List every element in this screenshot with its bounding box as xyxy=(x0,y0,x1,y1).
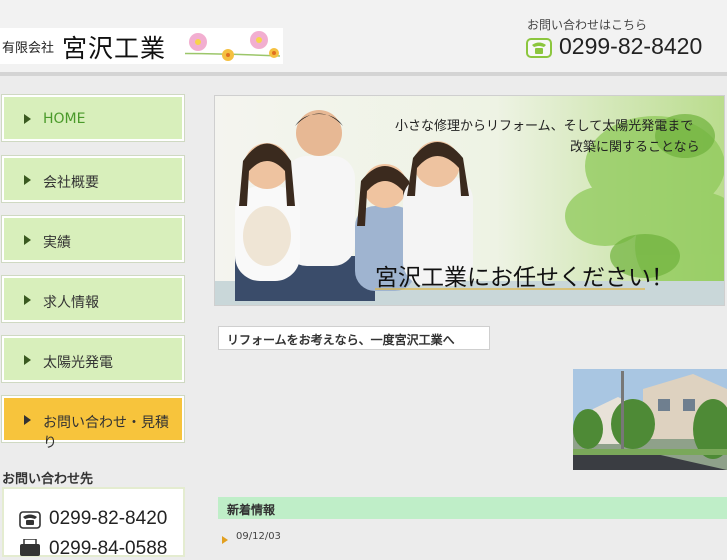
contact-label: お問い合わせはこちら xyxy=(527,18,648,32)
side-fax-number: 0299-84-0588 xyxy=(49,538,168,559)
hero-tagline-2: 改築に関することなら xyxy=(570,140,700,155)
header-phone-number[interactable]: 0299-82-8420 xyxy=(559,33,702,60)
news-title: 新着情報 xyxy=(227,503,276,517)
house-photo xyxy=(573,369,727,470)
nav-item-label: HOME xyxy=(43,111,86,127)
nav-item-contact[interactable]: お問い合わせ・見積り xyxy=(2,396,184,451)
hero-banner-text: 宮沢工業にお任せください！ xyxy=(375,265,674,291)
phone-icon xyxy=(19,511,41,529)
nav-arrow-icon xyxy=(24,235,31,245)
nav-item-label: 実績 xyxy=(43,235,71,251)
fax-icon xyxy=(20,539,40,556)
nav-item-label: 会社概要 xyxy=(43,175,99,191)
site-header: 有限会社 宮沢工業 お問い合わせはこちら 0299-82-8420 xyxy=(0,0,727,72)
nav-item-home[interactable]: HOME xyxy=(2,95,184,141)
nav-arrow-icon xyxy=(24,175,31,185)
nav-arrow-icon xyxy=(24,415,31,425)
logo-company-type: 有限会社 xyxy=(2,41,55,56)
nav-item-label: 太陽光発電 xyxy=(43,355,113,371)
nav-item-label: お問い合わせ・見積り xyxy=(43,415,169,451)
news-date: 09/12/03 xyxy=(236,531,281,542)
hero-tagline-1: 小さな修理からリフォーム、そして太陽光発電まで xyxy=(395,119,694,134)
nav-item-solar[interactable]: 太陽光発電 xyxy=(2,336,184,382)
flower-decoration-icon xyxy=(185,31,281,61)
side-contact-title: お問い合わせ先 xyxy=(2,472,94,487)
nav-item-company[interactable]: 会社概要 xyxy=(2,156,184,202)
side-phone-number[interactable]: 0299-82-8420 xyxy=(49,508,167,530)
section-heading-tab: リフォームをお考えなら、一度宮沢工業へ xyxy=(218,326,490,350)
site-logo[interactable]: 有限会社 宮沢工業 xyxy=(0,28,283,64)
side-contact-box: 0299-82-8420 0299-84-0588 xyxy=(2,487,185,559)
nav-arrow-icon xyxy=(24,295,31,305)
nav-arrow-icon xyxy=(24,355,31,365)
nav-arrow-icon xyxy=(24,114,31,124)
nav-item-works[interactable]: 実績 xyxy=(2,216,184,262)
logo-company-name: 宮沢工業 xyxy=(62,34,167,63)
news-header-bar: 新着情報 xyxy=(218,497,727,519)
header-divider xyxy=(0,72,727,76)
nav-item-recruit[interactable]: 求人情報 xyxy=(2,276,184,322)
section-heading: リフォームをお考えなら、一度宮沢工業へ xyxy=(227,333,455,347)
phone-icon xyxy=(526,38,552,58)
hero-banner-image: 小さな修理からリフォーム、そして太陽光発電まで 改築に関することなら 宮沢工業に… xyxy=(214,95,725,306)
nav-item-label: 求人情報 xyxy=(43,295,99,311)
news-arrow-icon xyxy=(222,536,228,544)
